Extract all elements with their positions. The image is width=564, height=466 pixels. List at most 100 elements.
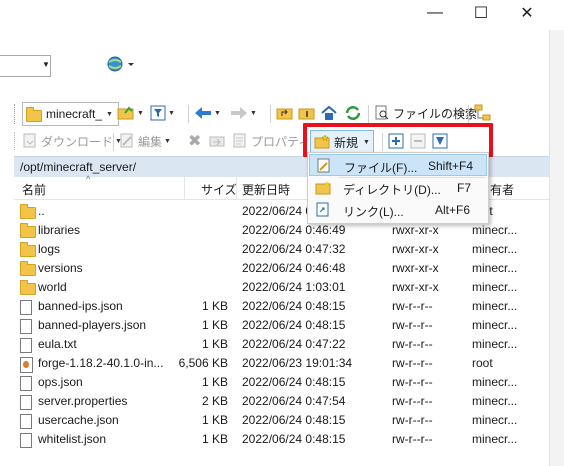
cell-modified: 2022/06/23 19:01:34 [242,356,353,370]
cell-owner: minecr... [472,432,518,446]
cell-modified: 2022/06/24 0:48:15 [242,299,346,313]
cell-perms: rw-r--r-- [392,394,433,408]
column-size[interactable]: サイズ [201,181,237,198]
maximize-button[interactable]: ☐ [458,0,504,26]
forward-button[interactable]: ▼ [230,102,257,124]
parent-folder-icon [276,108,293,120]
tree-toggle-button[interactable] [474,102,492,124]
back-button[interactable]: ▼ [194,102,221,124]
cell-name: banned-ips.json [38,299,123,313]
home-icon [321,105,337,120]
table-row[interactable]: forge-1.18.2-40.1.0-in... 6,506 KB 2022/06… [14,354,549,373]
find-file-icon [375,105,389,120]
chevron-down-icon[interactable]: ▼ [42,60,50,69]
cell-size: 1 KB [201,413,228,427]
menu-item-new-directory[interactable]: ディレクトリ(D)... F7 [309,177,487,199]
cell-owner: root [472,356,493,370]
chevron-down-icon[interactable]: ▼ [168,110,175,117]
table-row[interactable]: world 2022/06/24 1:03:01 rwxr-xr-x minecr..… [14,278,549,297]
cell-owner: minecr... [472,318,518,332]
table-row[interactable]: ops.json 1 KB 2022/06/24 0:48:15 rw-r--r-- m… [14,373,549,392]
cell-modified: 2022/06/24 0:47:54 [242,394,346,408]
column-divider [184,177,185,199]
root-folder-icon [298,108,315,120]
chevron-down-icon[interactable]: ▼ [137,110,144,117]
refresh-button[interactable] [344,102,362,124]
menu-item-new-file[interactable]: ファイル(F)... Shift+F4 [309,154,487,176]
minimize-button[interactable]: — [412,0,458,26]
table-row[interactable]: logs 2022/06/24 0:47:32 rwxr-xr-x minecr... [14,240,549,259]
column-modified[interactable]: 更新日時 [242,181,290,198]
new-link-icon [316,202,329,217]
arrow-left-icon [195,107,211,119]
download-icon [23,133,36,148]
cell-name: forge-1.18.2-40.1.0-in... [38,356,164,370]
folder-combo[interactable]: minecraft_ ▼ [22,102,119,126]
menu-item-label: ファイル(F)... [344,161,418,175]
download-label: ダウンロード [41,134,114,149]
folder-icon [20,261,36,279]
cell-perms: rw-r--r-- [392,413,433,427]
delete-button[interactable]: ✖ [188,130,201,152]
cell-size: 6,506 KB [178,356,228,370]
open-folder-button[interactable]: ▼ [117,102,144,124]
chevron-down-icon[interactable]: ▼ [106,111,113,118]
table-row[interactable]: eula.txt 1 KB 2022/06/24 0:47:22 rw-r--r-- m… [14,335,549,354]
cell-modified: 2022/06/24 1:03:01 [242,280,346,294]
menu-item-shortcut: Alt+F6 [435,203,471,217]
cell-modified: 2022/06/24 0:48:15 [242,375,346,389]
table-row[interactable]: server.properties 2 KB 2022/06/24 0:47:54 r… [14,392,549,411]
arrow-right-icon [231,107,247,119]
chevron-down-icon[interactable]: ▼ [214,110,221,117]
column-name[interactable]: 名前 [22,181,46,198]
home-button[interactable] [320,102,338,124]
cell-modified: 2022/06/24 0:48:15 [242,318,346,332]
cell-name: eula.txt [38,337,77,351]
table-row[interactable]: banned-ips.json 1 KB 2022/06/24 0:48:15 rw-… [14,297,549,316]
right-panel-edge [549,30,564,466]
column-divider [236,177,237,199]
cell-size: 1 KB [201,318,228,332]
edit-icon [120,133,133,148]
chevron-down-icon[interactable]: ▼ [164,138,171,145]
cell-owner: minecr... [472,375,518,389]
folder-icon [20,280,36,298]
toolbar-grip [14,132,18,150]
delete-icon: ✖ [188,133,202,150]
sort-asc-icon: ^ [86,174,91,184]
table-row[interactable]: banned-players.json 1 KB 2022/06/24 0:48:1… [14,316,549,335]
cell-name: world [38,280,67,294]
download-button[interactable]: ダウンロード ▼ [22,130,122,152]
globe-sync-icon[interactable] [106,56,134,75]
cell-owner: minecr... [472,242,518,256]
cell-modified: 2022/06/24 0:46:48 [242,261,346,275]
cell-perms: rwxr-xr-x [392,261,439,275]
table-row[interactable]: whitelist.json 1 KB 2022/06/24 0:48:15 rw-r… [14,430,549,449]
cell-perms: rwxr-xr-x [392,280,439,294]
open-folder-icon [117,106,134,120]
folder-tree-icon [474,104,491,121]
table-row[interactable]: usercache.json 1 KB 2022/06/24 0:48:15 rw-r… [14,411,549,430]
menu-item-shortcut: Shift+F4 [428,159,474,173]
menu-item-label: リンク(L)... [343,205,404,219]
root-folder-button[interactable] [298,102,316,124]
properties-button[interactable]: プロパティ [232,130,310,152]
filter-button[interactable]: ▼ [150,102,175,124]
close-button[interactable]: ✕ [504,0,550,26]
edit-button[interactable]: 編集 ▼ [119,130,171,152]
cell-perms: rw-r--r-- [392,356,433,370]
cell-perms: rwxr-xr-x [392,223,439,237]
column-owner[interactable]: 有者 [490,181,514,198]
cell-size: 2 KB [201,394,228,408]
file-icon [20,433,32,451]
minimize-icon: — [427,4,443,21]
rename-icon [209,136,225,147]
chevron-down-icon[interactable]: ▼ [250,110,257,117]
rename-button[interactable] [208,130,226,152]
find-files-button[interactable]: ファイルの検索 [374,102,477,124]
parent-folder-button[interactable] [276,102,294,124]
menu-item-new-link[interactable]: リンク(L)... Alt+F6 [309,199,487,221]
folder-icon [20,242,36,260]
refresh-icon [345,106,361,120]
table-row[interactable]: versions 2022/06/24 0:46:48 rwxr-xr-x minec… [14,259,549,278]
